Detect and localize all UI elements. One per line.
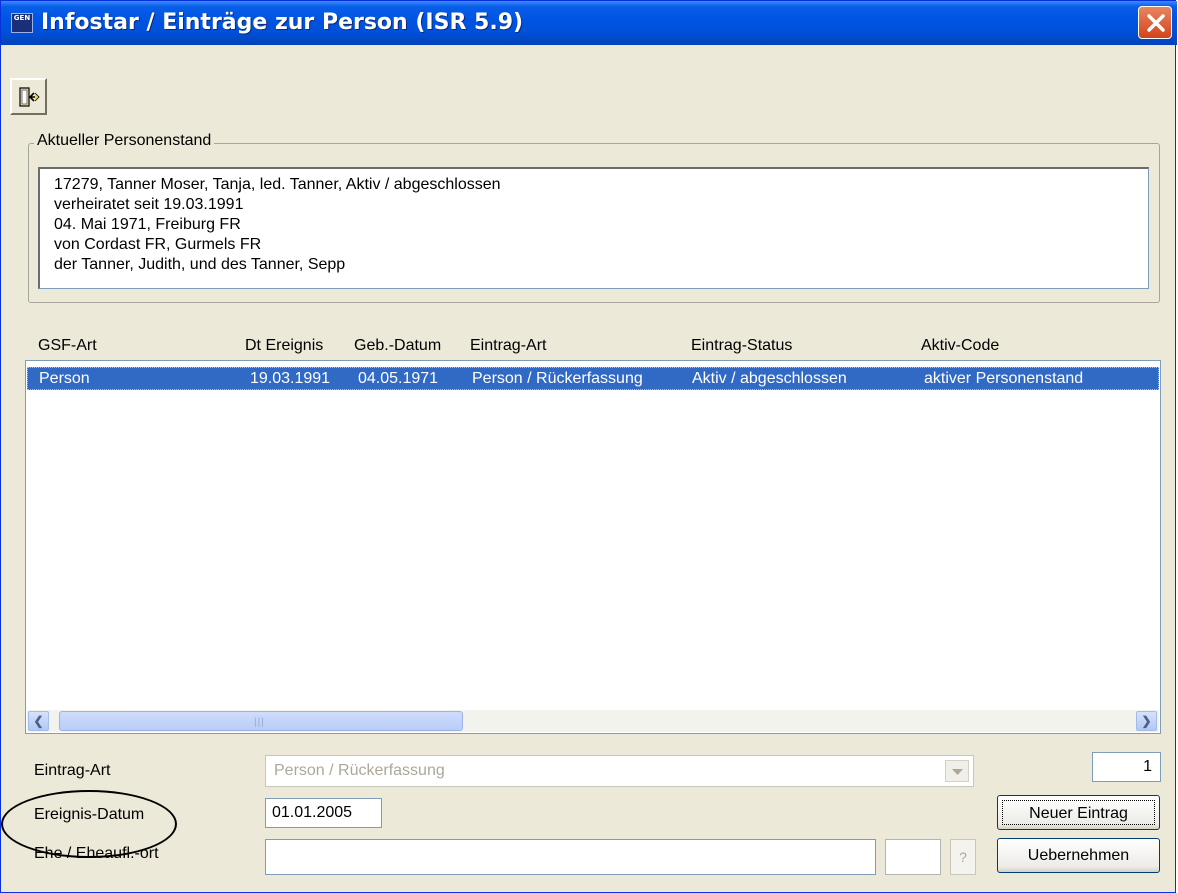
main-window: GEN Infostar / Einträge zur Person (ISR … (0, 0, 1177, 893)
status-textbox[interactable]: 17279, Tanner Moser, Tanja, led. Tanner,… (38, 167, 1149, 289)
status-line: 04. Mai 1971, Freiburg FR (54, 216, 241, 233)
cell-dt-ereignis: 19.03.1991 (250, 370, 331, 387)
scroll-right-button[interactable]: ❯ (1136, 711, 1157, 731)
eintrag-art-label: Eintrag-Art (34, 762, 111, 779)
cell-geb-datum: 04.05.1971 (358, 370, 439, 387)
column-header-gsf-art[interactable]: GSF-Art (38, 337, 97, 355)
cell-eintrag-art: Person / Rückerfassung (472, 370, 643, 387)
table-row[interactable]: Person 19.03.1991 04.05.1971 Person / Rü… (27, 367, 1159, 390)
close-button[interactable] (1138, 6, 1172, 39)
status-line: verheiratet seit 19.03.1991 (54, 196, 244, 213)
close-icon (1147, 14, 1165, 32)
eintrag-art-select[interactable]: Person / Rückerfassung (265, 755, 974, 787)
grip-icon: ||| (254, 717, 265, 728)
dropdown-button[interactable] (945, 760, 969, 782)
window-title: Infostar / Einträge zur Person (ISR 5.9) (41, 10, 524, 35)
column-header-eintrag-status[interactable]: Eintrag-Status (691, 337, 792, 355)
cell-aktiv-code: aktiver Personenstand (924, 370, 1084, 387)
status-line: 17279, Tanner Moser, Tanja, led. Tanner,… (54, 176, 501, 193)
chevron-down-icon (952, 769, 963, 775)
app-icon-label: GEN (13, 14, 31, 22)
cell-gsf-art: Person (39, 370, 90, 387)
scroll-left-button[interactable]: ❮ (28, 711, 49, 731)
column-header-dt-ereignis[interactable]: Dt Ereignis (245, 337, 323, 355)
new-entry-button[interactable]: Neuer Eintrag (997, 795, 1160, 830)
ort-code-input[interactable] (885, 839, 941, 875)
eintrag-art-value: Person / Rückerfassung (274, 762, 445, 779)
app-icon: GEN (11, 13, 33, 33)
status-group-label: Aktueller Personenstand (34, 132, 215, 150)
status-line: der Tanner, Judith, und des Tanner, Sepp (54, 256, 346, 273)
column-header-eintrag-art[interactable]: Eintrag-Art (470, 337, 546, 355)
column-header-aktiv-code[interactable]: Aktiv-Code (921, 337, 999, 355)
exit-button[interactable] (10, 78, 47, 115)
entries-list[interactable]: Person 19.03.1991 04.05.1971 Person / Rü… (25, 360, 1161, 734)
chevron-left-icon: ❮ (33, 714, 44, 728)
status-line: von Cordast FR, Gurmels FR (54, 236, 262, 253)
new-entry-label: Neuer Eintrag (1002, 800, 1155, 825)
chevron-right-icon: ❯ (1141, 714, 1152, 728)
count-field[interactable]: 1 (1092, 752, 1161, 782)
column-header-geb-datum[interactable]: Geb.-Datum (354, 337, 441, 355)
apply-button[interactable]: Uebernehmen (997, 838, 1160, 873)
annotation-ellipse (1, 790, 177, 858)
horizontal-scrollbar[interactable]: ❮ ||| ❯ (27, 710, 1159, 732)
ereignis-datum-input[interactable]: 01.01.2005 (265, 798, 382, 828)
help-button[interactable]: ? (950, 839, 976, 875)
ort-input[interactable] (265, 839, 876, 875)
cell-eintrag-status: Aktiv / abgeschlossen (692, 370, 847, 387)
title-bar[interactable]: GEN Infostar / Einträge zur Person (ISR … (1, 1, 1177, 45)
scrollbar-thumb[interactable]: ||| (59, 711, 463, 731)
exit-door-icon (19, 87, 40, 107)
